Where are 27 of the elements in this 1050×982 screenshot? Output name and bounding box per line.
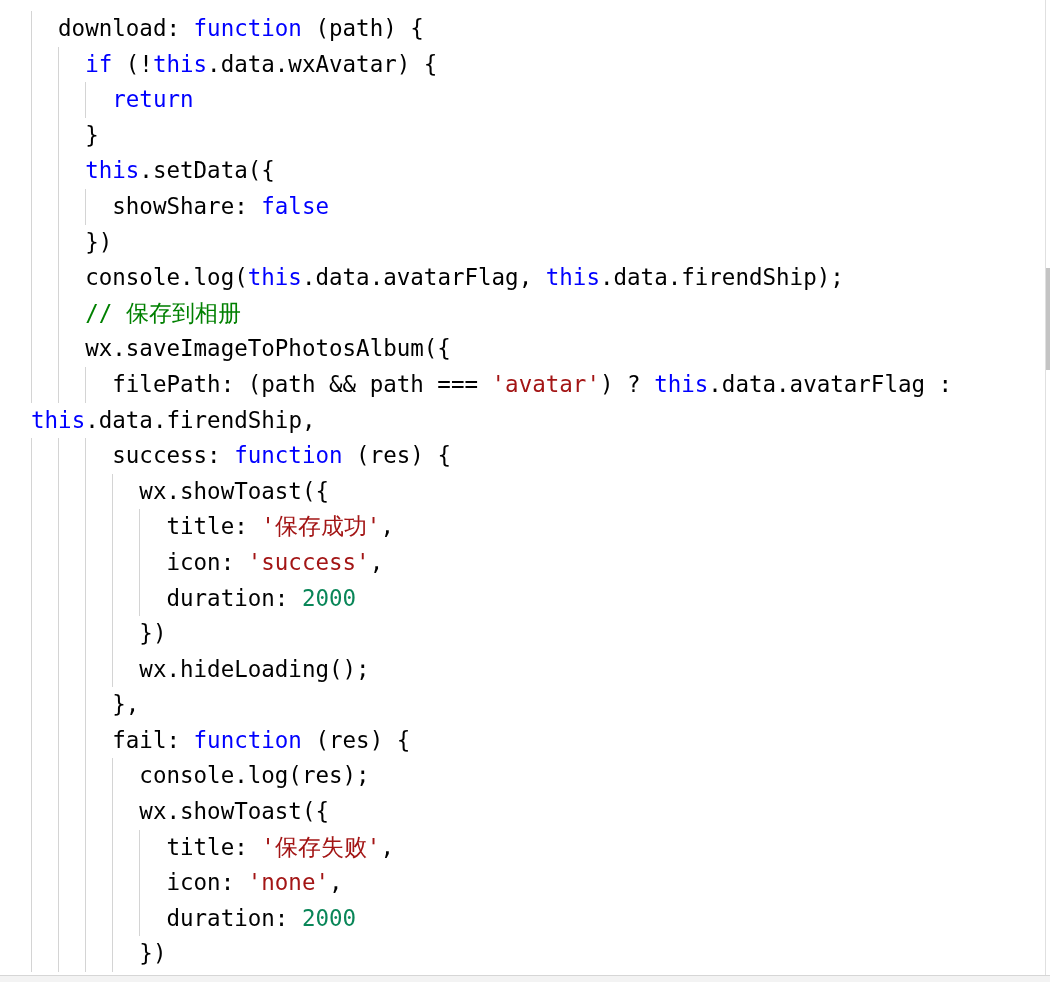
code-line: title: '保存成功', bbox=[165, 512, 395, 542]
code-line: console.log(res); bbox=[138, 761, 371, 791]
code-line: return bbox=[111, 85, 195, 115]
code-line: wx.showToast({ bbox=[138, 476, 330, 506]
code-line: // 保存到相册 bbox=[84, 298, 242, 328]
code-line: fail: function (res) { bbox=[111, 725, 412, 755]
code-line: icon: 'success', bbox=[165, 547, 385, 577]
horizontal-scrollbar[interactable] bbox=[0, 975, 1050, 982]
code-line: }) bbox=[138, 619, 168, 649]
code-line: wx.hideLoading(); bbox=[138, 654, 371, 684]
code-line: download: function (path) { bbox=[57, 14, 425, 43]
code-line: title: '保存失败', bbox=[165, 832, 395, 862]
code-line: if (!this.data.wxAvatar) { bbox=[84, 49, 439, 79]
code-line: wx.saveImageToPhotosAlbum({ bbox=[84, 334, 452, 364]
code-line: } bbox=[84, 120, 100, 150]
code-line: duration: 2000 bbox=[165, 583, 358, 613]
code-line: wx.showToast({ bbox=[138, 797, 330, 827]
code-line: duration: 2000 bbox=[165, 903, 358, 933]
code-line: icon: 'none', bbox=[165, 868, 344, 898]
code-line: console.log(this.data.avatarFlag, this.data.firendShip); bbox=[84, 263, 845, 293]
code-line: }) bbox=[84, 227, 114, 257]
vertical-scrollbar[interactable] bbox=[1045, 0, 1050, 975]
code-line: }) bbox=[138, 939, 168, 969]
code-line: showShare: false bbox=[111, 191, 330, 221]
code-line: }, bbox=[111, 690, 141, 720]
code-line: success: function (res) { bbox=[111, 441, 452, 471]
code-line: this.setData({ bbox=[84, 156, 276, 186]
